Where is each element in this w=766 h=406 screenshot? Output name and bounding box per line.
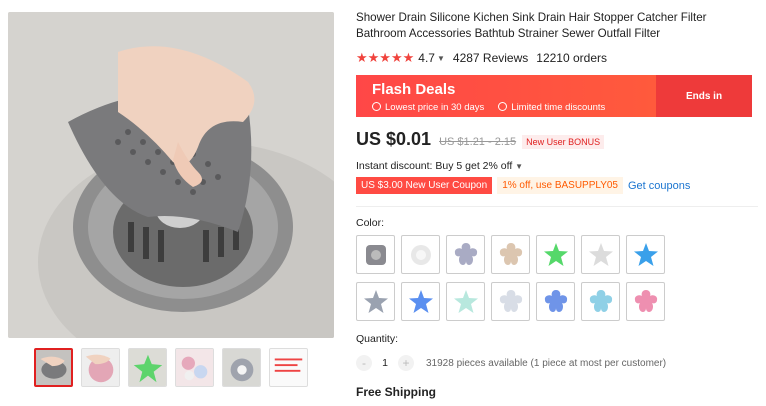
flash-deals-banner: Flash Deals Lowest price in 30 days Limi…: [356, 75, 752, 117]
current-price: US $0.01: [356, 129, 432, 149]
color-swatch[interactable]: [446, 235, 485, 274]
color-swatch[interactable]: [446, 282, 485, 321]
thumbnail-6[interactable]: [269, 348, 308, 387]
thumbnail-3[interactable]: [128, 348, 167, 387]
color-swatch[interactable]: [356, 282, 395, 321]
ends-in-label: Ends in: [656, 75, 752, 117]
color-swatch[interactable]: [491, 235, 530, 274]
orders-count: 12210 orders: [536, 51, 607, 65]
quantity-minus-button[interactable]: -: [356, 355, 372, 371]
color-swatch[interactable]: [356, 235, 395, 274]
get-coupons-link[interactable]: Get coupons: [628, 180, 690, 192]
clock-icon: [498, 102, 508, 111]
rating-stars: ★★★★★: [356, 50, 415, 65]
pieces-available: 31928 pieces available (1 piece at most …: [426, 357, 667, 369]
color-swatch[interactable]: [581, 282, 620, 321]
quantity-input[interactable]: 1: [372, 357, 398, 369]
main-product-image[interactable]: [8, 12, 334, 338]
color-swatch[interactable]: [581, 235, 620, 274]
limited-time-note: Limited time discounts: [498, 102, 605, 113]
color-swatch[interactable]: [491, 282, 530, 321]
rating-value[interactable]: 4.7: [418, 51, 435, 65]
thumbnail-4[interactable]: [175, 348, 214, 387]
chevron-down-icon: ▼: [515, 162, 524, 171]
divider: [356, 206, 758, 207]
check-circle-icon: [372, 102, 381, 111]
new-user-coupon[interactable]: US $3.00 New User Coupon: [356, 177, 493, 194]
color-swatch[interactable]: [626, 235, 665, 274]
color-label: Color:: [356, 217, 385, 229]
thumbnail-2[interactable]: [81, 348, 120, 387]
original-price: US $1.21 - 2.15: [439, 136, 517, 148]
coupon-row: US $3.00 New User Coupon 1% off, use BAS…: [356, 177, 758, 194]
quantity-plus-button[interactable]: +: [398, 355, 414, 371]
color-swatch[interactable]: [536, 282, 575, 321]
new-user-bonus-badge: New User BONUS: [522, 135, 605, 149]
free-shipping-label: Free Shipping: [356, 385, 437, 399]
flash-deals-title: Flash Deals: [372, 81, 456, 98]
rating-row: ★★★★★ 4.7 ▼ 4287 Reviews 12210 orders: [356, 50, 758, 66]
product-details: Shower Drain Silicone Kichen Sink Drain …: [356, 10, 758, 399]
quantity-row: - 1 + 31928 pieces available (1 piece at…: [356, 355, 758, 371]
color-swatch[interactable]: [536, 235, 575, 274]
instant-discount[interactable]: Instant discount: Buy 5 get 2% off ▼: [356, 160, 758, 172]
code-coupon[interactable]: 1% off, use BASUPPLY05: [497, 177, 623, 194]
chevron-down-icon[interactable]: ▼: [437, 54, 445, 63]
color-swatch[interactable]: [401, 282, 440, 321]
thumbnail-strip: [34, 348, 308, 387]
price-row: US $0.01 US $1.21 - 2.15 New User BONUS: [356, 129, 758, 150]
thumbnail-1[interactable]: [34, 348, 73, 387]
quantity-label: Quantity:: [356, 333, 399, 345]
thumbnail-5[interactable]: [222, 348, 261, 387]
color-swatches: [356, 235, 758, 321]
reviews-count[interactable]: 4287 Reviews: [453, 51, 528, 65]
color-swatch[interactable]: [626, 282, 665, 321]
lowest-price-note: Lowest price in 30 days: [372, 102, 484, 113]
color-swatch[interactable]: [401, 235, 440, 274]
product-title: Shower Drain Silicone Kichen Sink Drain …: [356, 11, 707, 40]
